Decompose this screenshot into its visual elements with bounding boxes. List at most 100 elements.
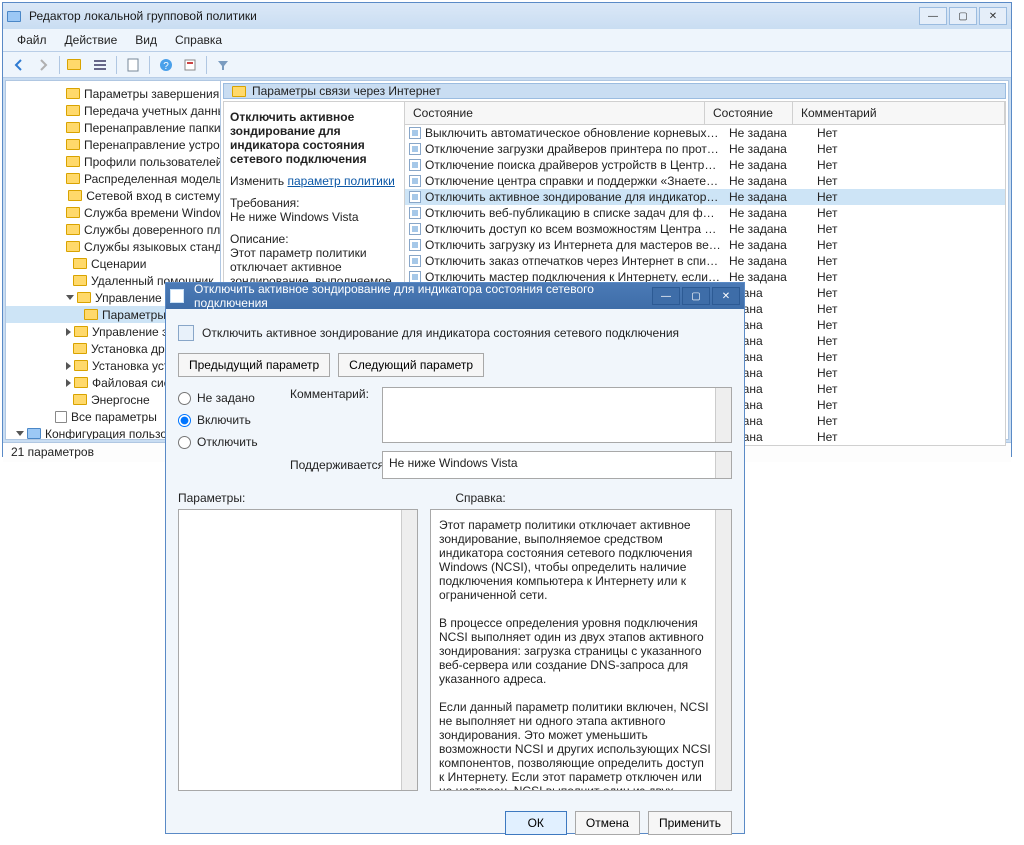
menu-action[interactable]: Действие	[57, 31, 126, 49]
list-row[interactable]: Отключить заказ отпечатков через Интерне…	[405, 253, 1005, 269]
toolbar-help-icon[interactable]: ?	[156, 55, 176, 75]
edit-label: Изменить	[230, 174, 284, 188]
panel-header: Параметры связи через Интернет	[223, 83, 1006, 99]
row-name: Отключение загрузки драйверов принтера п…	[425, 142, 721, 156]
row-comment: Нет	[809, 366, 1005, 380]
dialog-close-button[interactable]: ✕	[712, 287, 740, 305]
ok-button[interactable]: ОК	[505, 811, 567, 835]
list-row[interactable]: Отключение загрузки драйверов принтера п…	[405, 141, 1005, 157]
dialog-titlebar[interactable]: Отключить активное зондирование для инди…	[166, 283, 744, 309]
folder-icon	[74, 360, 88, 371]
tree-item[interactable]: Сценарии	[6, 255, 220, 272]
column-state[interactable]: Состояние	[705, 102, 793, 124]
tree-item[interactable]: Профили пользователей	[6, 153, 220, 170]
help-text-2: В процессе определения уровня подключени…	[439, 616, 711, 686]
dialog-minimize-button[interactable]: —	[652, 287, 680, 305]
svg-text:?: ?	[163, 61, 169, 72]
menu-file[interactable]: Файл	[9, 31, 55, 49]
tree-item[interactable]: Параметры завершения р	[6, 85, 220, 102]
row-comment: Нет	[809, 270, 1005, 284]
folder-icon	[73, 275, 87, 286]
row-comment: Нет	[809, 126, 1005, 140]
help-box: Этот параметр политики отключает активно…	[430, 509, 732, 791]
row-comment: Нет	[809, 254, 1005, 268]
list-row[interactable]: Выключить автоматическое обновление корн…	[405, 125, 1005, 141]
next-setting-button[interactable]: Следующий параметр	[338, 353, 484, 377]
back-button[interactable]	[9, 55, 29, 75]
radio-disable[interactable]: Отключить	[178, 435, 282, 449]
toolbar-properties-icon[interactable]	[180, 55, 200, 75]
menu-help[interactable]: Справка	[167, 31, 230, 49]
tree-item[interactable]: Сетевой вход в систему	[6, 187, 220, 204]
comment-textarea[interactable]	[382, 387, 732, 443]
toolbar-list-icon[interactable]	[90, 55, 110, 75]
row-comment: Нет	[809, 286, 1005, 300]
tree-item-label: Параметры завершения р	[84, 87, 220, 101]
list-row[interactable]: Отключить веб-публикацию в списке задач …	[405, 205, 1005, 221]
list-row[interactable]: Отключить доступ ко всем возможностям Це…	[405, 221, 1005, 237]
tree-item[interactable]: Служба времени Window	[6, 204, 220, 221]
expand-icon[interactable]	[66, 362, 71, 370]
expand-icon[interactable]	[66, 379, 71, 387]
comment-label: Комментарий:	[290, 387, 374, 401]
radio-enable[interactable]: Включить	[178, 413, 282, 427]
expand-icon[interactable]	[66, 328, 71, 336]
apply-button[interactable]: Применить	[648, 811, 732, 835]
list-row[interactable]: Отключение поиска драйверов устройств в …	[405, 157, 1005, 173]
collapse-icon[interactable]	[66, 295, 74, 300]
tree-item-label: Сетевой вход в систему	[86, 189, 220, 203]
edit-policy-link[interactable]: параметр политики	[287, 174, 394, 188]
toolbar-filter-icon[interactable]	[213, 55, 233, 75]
tree-item[interactable]: Службы доверенного пла	[6, 221, 220, 238]
dialog-subtitle: Отключить активное зондирование для инди…	[202, 326, 679, 340]
collapse-icon[interactable]	[16, 431, 24, 436]
toolbar-doc-icon[interactable]	[123, 55, 143, 75]
tree-item[interactable]: Перенаправление устрой	[6, 136, 220, 153]
dialog-maximize-button[interactable]: ▢	[682, 287, 710, 305]
close-button[interactable]: ✕	[979, 7, 1007, 25]
row-name: Отключение центра справки и поддержки «З…	[425, 174, 721, 188]
tree-item-label: Службы языковых станда	[84, 240, 220, 254]
policy-item-icon	[409, 191, 421, 203]
maximize-button[interactable]: ▢	[949, 7, 977, 25]
menu-view[interactable]: Вид	[127, 31, 165, 49]
list-row[interactable]: Отключение центра справки и поддержки «З…	[405, 173, 1005, 189]
folder-icon	[66, 224, 80, 235]
tree-item[interactable]: Распределенная модель С	[6, 170, 220, 187]
list-row[interactable]: Отключить активное зондирование для инди…	[405, 189, 1005, 205]
row-state: Не задана	[721, 254, 809, 268]
tree-item[interactable]: Передача учетных данны	[6, 102, 220, 119]
folder-icon	[66, 88, 80, 99]
help-text-3: Если данный параметр политики включен, N…	[439, 700, 711, 791]
folder-icon	[73, 343, 87, 354]
policy-item-icon	[409, 159, 421, 171]
row-comment: Нет	[809, 142, 1005, 156]
policy-item-icon	[409, 223, 421, 235]
row-state: Не задана	[721, 190, 809, 204]
window-title: Редактор локальной групповой политики	[25, 9, 919, 23]
policy-item-icon	[409, 143, 421, 155]
column-comment[interactable]: Комментарий	[793, 102, 1005, 124]
policy-icon	[178, 325, 194, 341]
tree-item-label: Энергосне	[91, 393, 150, 407]
supported-box: Не ниже Windows Vista	[382, 451, 732, 479]
row-state: Не задана	[721, 126, 809, 140]
prev-setting-button[interactable]: Предыдущий параметр	[178, 353, 330, 377]
radio-not-set[interactable]: Не задано	[178, 391, 282, 405]
supported-label: Поддерживается:	[290, 458, 374, 472]
column-name[interactable]: Состояние	[405, 102, 705, 124]
folder-icon	[74, 377, 88, 388]
forward-button[interactable]	[33, 55, 53, 75]
tree-item-label: Конфигурация пользов	[45, 427, 173, 440]
tree-item[interactable]: Службы языковых станда	[6, 238, 220, 255]
folder-icon	[55, 411, 67, 423]
tree-item-label: Распределенная модель С	[84, 172, 220, 186]
policy-item-icon	[409, 175, 421, 187]
tree-item-label: Профили пользователей	[84, 155, 220, 169]
toolbar-folder-icon[interactable]	[66, 55, 86, 75]
list-row[interactable]: Отключить загрузку из Интернета для маст…	[405, 237, 1005, 253]
titlebar[interactable]: Редактор локальной групповой политики — …	[3, 3, 1011, 29]
cancel-button[interactable]: Отмена	[575, 811, 640, 835]
tree-item[interactable]: Перенаправление папки	[6, 119, 220, 136]
minimize-button[interactable]: —	[919, 7, 947, 25]
